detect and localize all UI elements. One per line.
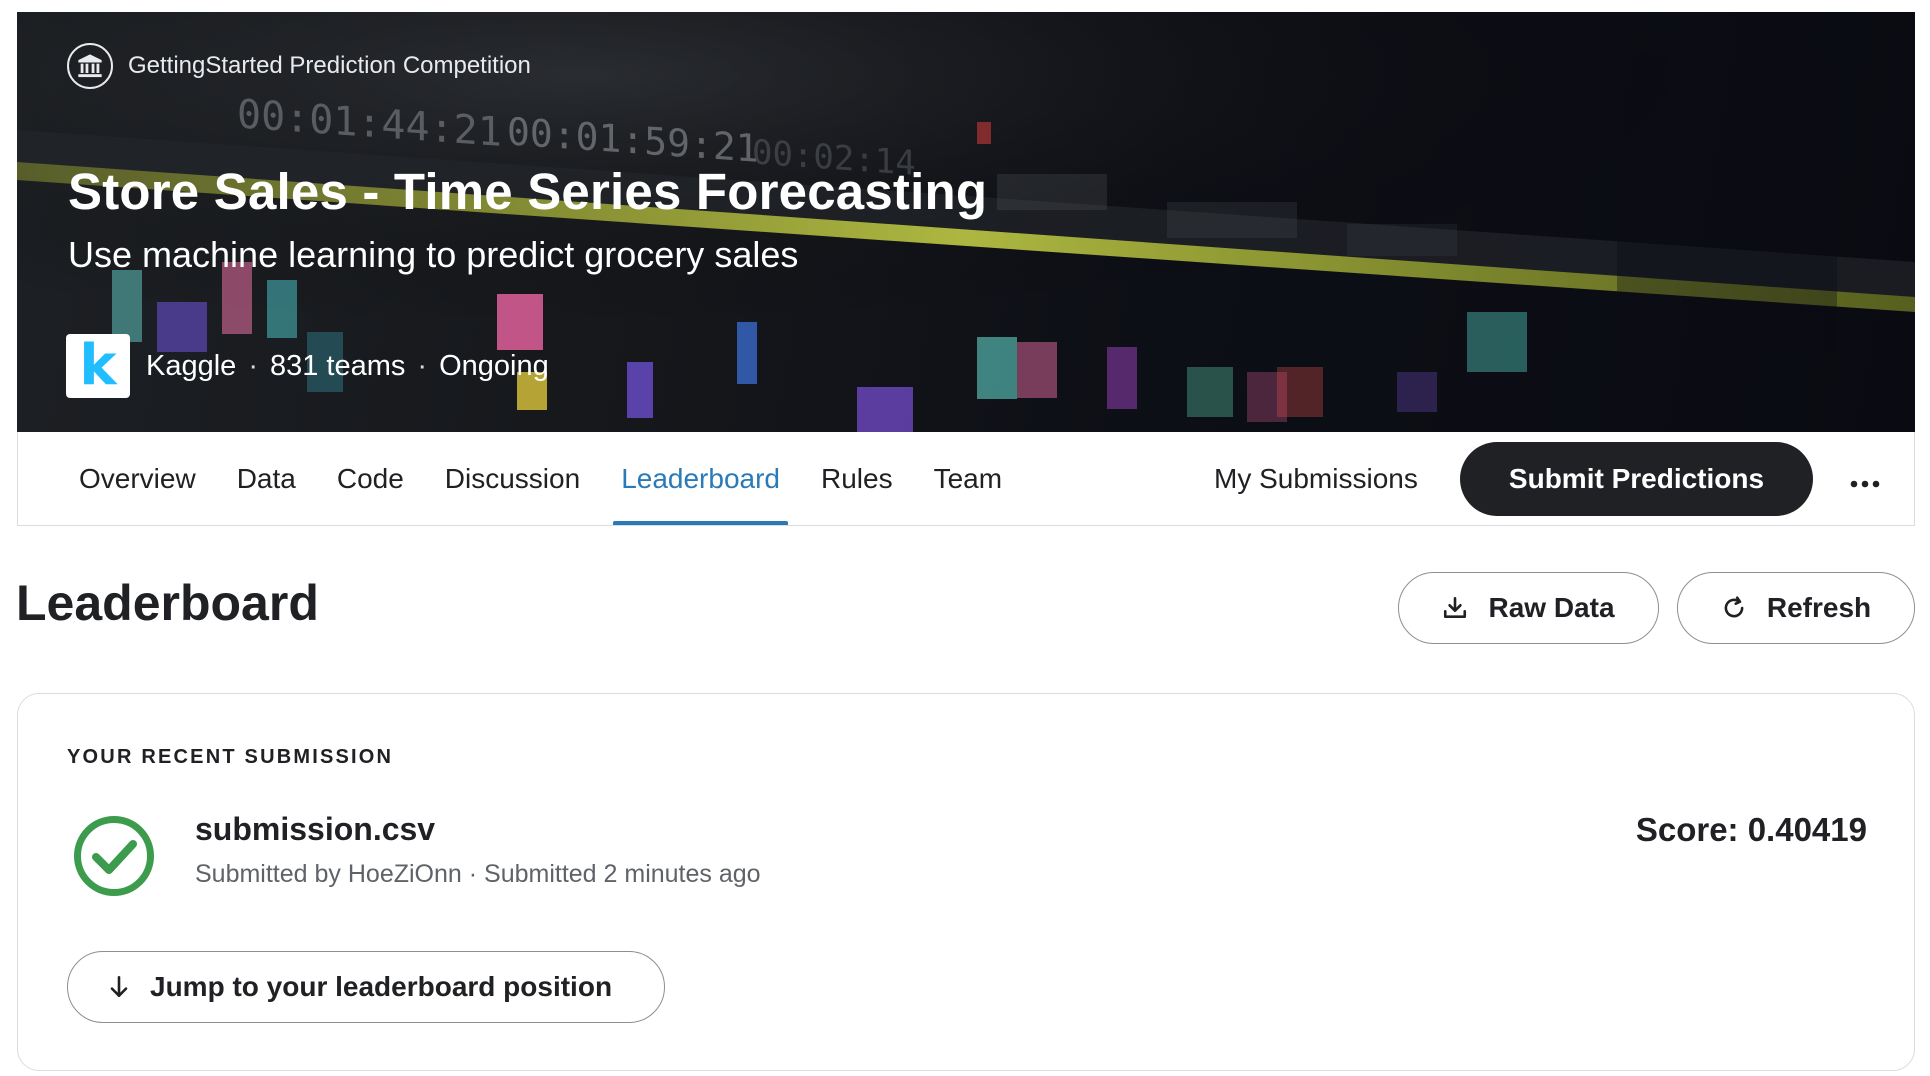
raw-data-button[interactable]: Raw Data	[1398, 572, 1659, 644]
team-count[interactable]: 831 teams	[270, 350, 405, 383]
host-name[interactable]: Kaggle	[146, 350, 236, 383]
tab-code[interactable]: Code	[329, 432, 412, 525]
tab-team[interactable]: Team	[926, 432, 1010, 525]
jump-to-position-button[interactable]: Jump to your leaderboard position	[67, 951, 665, 1023]
tab-list: Overview Data Code Discussion Leaderboar…	[71, 432, 1035, 525]
meta-separator: ·	[248, 349, 258, 382]
arrow-down-icon	[106, 974, 132, 1000]
jump-label: Jump to your leaderboard position	[150, 971, 613, 1002]
competition-title: Store Sales - Time Series Forecasting	[68, 163, 988, 220]
tab-data[interactable]: Data	[229, 432, 304, 525]
competition-nav: Overview Data Code Discussion Leaderboar…	[17, 432, 1915, 526]
kaggle-logo[interactable]: k	[66, 334, 130, 398]
tab-rules[interactable]: Rules	[813, 432, 901, 525]
competition-status: Ongoing	[439, 349, 549, 382]
my-submissions-link[interactable]: My Submissions	[1214, 432, 1418, 525]
institution-icon	[67, 43, 113, 89]
competition-hero: 00:01:44:21 00:01:59:21 00:02:14 Getting…	[17, 12, 1915, 432]
competition-type-label: GettingStarted Prediction Competition	[128, 52, 531, 79]
card-eyebrow: YOUR RECENT SUBMISSION	[67, 746, 394, 768]
meta-separator: ·	[417, 349, 428, 382]
more-options-button[interactable]	[1841, 455, 1889, 503]
tab-leaderboard[interactable]: Leaderboard	[613, 432, 788, 525]
tab-discussion[interactable]: Discussion	[437, 432, 588, 525]
submission-file-name[interactable]: submission.csv	[195, 811, 435, 848]
competition-subtitle: Use machine learning to predict grocery …	[68, 234, 799, 275]
recent-submission-card: YOUR RECENT SUBMISSION submission.csv Su…	[17, 693, 1915, 1071]
page-title: Leaderboard	[16, 575, 319, 631]
submit-predictions-button[interactable]: Submit Predictions	[1460, 442, 1813, 516]
refresh-icon	[1721, 595, 1747, 621]
kaggle-logo-letter: k	[79, 333, 117, 398]
check-circle-icon	[74, 816, 154, 896]
refresh-button[interactable]: Refresh	[1677, 572, 1915, 644]
competition-type-badge: GettingStarted Prediction Competition	[67, 43, 531, 89]
submission-score: Score: 0.40419	[1635, 811, 1867, 848]
refresh-label: Refresh	[1766, 592, 1872, 623]
tab-overview[interactable]: Overview	[71, 432, 204, 525]
raw-data-label: Raw Data	[1488, 592, 1615, 623]
competition-meta: k Kaggle · 831 teams · Ongoing	[66, 334, 549, 398]
more-horizontal-icon	[1850, 462, 1880, 496]
submission-meta: Submitted by HoeZiOnn · Submitted 2 minu…	[195, 860, 761, 888]
download-icon	[1442, 595, 1468, 621]
